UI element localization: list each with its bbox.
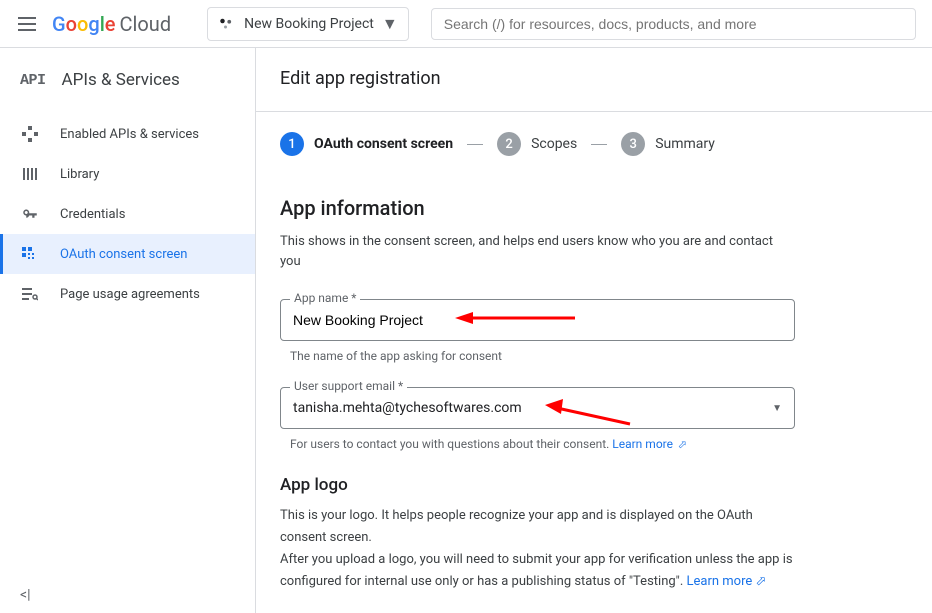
email-field[interactable]: tanisha.mehta@tychesoftwares.com ▼: [280, 387, 795, 429]
email-label: User support email *: [290, 379, 407, 393]
step-label: Summary: [655, 136, 715, 152]
sidebar-item-label: Credentials: [60, 207, 125, 222]
consent-icon: [20, 244, 40, 264]
sidebar-item-label: OAuth consent screen: [60, 247, 187, 262]
logo-cloud-text: Cloud: [120, 12, 172, 36]
step-divider: [467, 144, 483, 145]
sidebar-item-oauth-consent[interactable]: OAuth consent screen: [0, 234, 255, 274]
step-label: Scopes: [531, 136, 577, 152]
app-logo-desc: This is your logo. It helps people recog…: [280, 505, 795, 593]
sidebar-item-label: Library: [60, 167, 99, 182]
section-title-app-info: App information: [280, 196, 932, 220]
section-title-app-logo: App logo: [280, 475, 932, 495]
sidebar-item-page-usage[interactable]: Page usage agreements: [0, 274, 255, 314]
app-name-field-wrap: App name *: [280, 299, 795, 341]
step-divider: [591, 144, 607, 145]
chevron-down-icon: ▼: [382, 14, 398, 34]
diamond-icon: [20, 124, 40, 144]
app-name-field[interactable]: [280, 299, 795, 341]
chevron-down-icon: ▼: [772, 403, 782, 414]
project-icon: [218, 15, 236, 33]
step-number: 1: [280, 132, 304, 156]
menu-icon[interactable]: [16, 12, 40, 36]
project-name: New Booking Project: [244, 16, 374, 32]
learn-more-link[interactable]: Learn more ⬀: [687, 574, 767, 589]
section-desc-app-info: This shows in the consent screen, and he…: [280, 232, 790, 271]
project-picker[interactable]: New Booking Project ▼: [207, 7, 409, 41]
divider: [256, 111, 932, 112]
stepper: 1 OAuth consent screen 2 Scopes 3 Summar…: [280, 132, 932, 156]
step-oauth-consent[interactable]: 1 OAuth consent screen: [280, 132, 453, 156]
sidebar-item-library[interactable]: Library: [0, 154, 255, 194]
email-helper: For users to contact you with questions …: [290, 437, 932, 451]
sidebar-item-label: Page usage agreements: [60, 287, 200, 302]
search-input[interactable]: [444, 16, 903, 32]
email-value: tanisha.mehta@tychesoftwares.com: [293, 400, 522, 416]
learn-more-link[interactable]: Learn more ⬀: [612, 437, 687, 451]
sidebar-title: APIs & Services: [62, 70, 180, 90]
step-summary[interactable]: 3 Summary: [621, 132, 715, 156]
sidebar-item-credentials[interactable]: Credentials: [0, 194, 255, 234]
step-scopes[interactable]: 2 Scopes: [497, 132, 577, 156]
google-cloud-logo[interactable]: Google Cloud: [52, 12, 171, 36]
page-title: Edit app registration: [280, 68, 932, 89]
sidebar-header: API APIs & Services: [0, 64, 255, 108]
sidebar-item-label: Enabled APIs & services: [60, 127, 199, 142]
step-number: 2: [497, 132, 521, 156]
email-field-wrap: User support email * tanisha.mehta@tyche…: [280, 387, 795, 429]
step-number: 3: [621, 132, 645, 156]
sidebar-item-enabled-apis[interactable]: Enabled APIs & services: [0, 114, 255, 154]
step-label: OAuth consent screen: [314, 136, 453, 152]
main-content: Edit app registration 1 OAuth consent sc…: [256, 48, 932, 613]
app-name-input[interactable]: [293, 312, 782, 328]
key-icon: [20, 204, 40, 224]
app-name-label: App name *: [290, 291, 360, 305]
api-icon: API: [20, 72, 46, 89]
sidebar: API APIs & Services Enabled APIs & servi…: [0, 48, 256, 613]
external-link-icon: ⬀: [752, 574, 766, 589]
top-header: Google Cloud New Booking Project ▼: [0, 0, 932, 48]
library-icon: [20, 164, 40, 184]
search-bar[interactable]: [431, 8, 916, 40]
settings-list-icon: [20, 284, 40, 304]
app-name-helper: The name of the app asking for consent: [290, 349, 932, 363]
external-link-icon: ⬀: [675, 438, 687, 451]
email-helper-text: For users to contact you with questions …: [290, 437, 612, 451]
collapse-sidebar-icon[interactable]: <|: [20, 587, 31, 603]
